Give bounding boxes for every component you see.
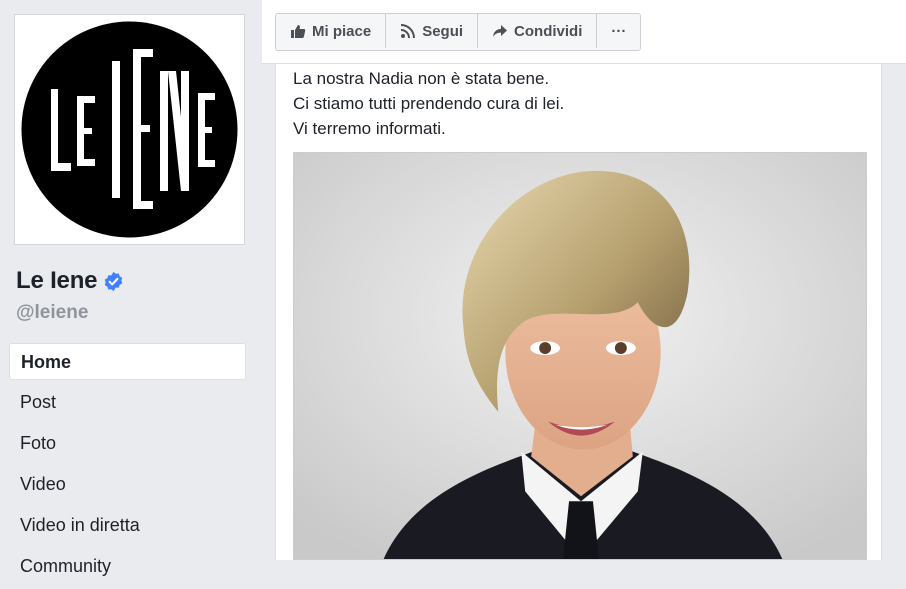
post-card: La nostra Nadia non è stata bene. Ci sti… (275, 64, 882, 560)
page-action-bar: Mi piace Segui Condividi ··· (262, 0, 906, 64)
more-dots-icon: ··· (611, 22, 627, 40)
nav-item-home[interactable]: Home (9, 343, 246, 380)
like-button[interactable]: Mi piace (276, 14, 387, 48)
post-line: Ci stiamo tutti prendendo cura di lei. (293, 94, 565, 113)
post-line: Vi terremo informati. (293, 119, 446, 138)
follow-button[interactable]: Segui (386, 14, 479, 48)
profile-picture[interactable] (14, 14, 245, 245)
verified-badge-icon (105, 271, 123, 291)
page-nav: Home Post Foto Video Video in diretta Co… (9, 343, 246, 589)
nav-item-community[interactable]: Community (9, 548, 246, 585)
thumbs-up-icon (291, 25, 306, 38)
share-arrow-icon (493, 25, 508, 37)
share-label: Condividi (514, 22, 583, 40)
page-name-row: Le Iene (16, 267, 124, 295)
le-iene-logo (21, 21, 238, 238)
page-name[interactable]: Le Iene (16, 267, 98, 295)
action-button-group: Mi piace Segui Condividi ··· (275, 13, 642, 51)
post-text: La nostra Nadia non è stata bene. Ci sti… (293, 66, 564, 141)
portrait-image (294, 153, 866, 559)
share-button[interactable]: Condividi (478, 14, 598, 48)
rss-icon (401, 24, 416, 39)
more-options-button[interactable]: ··· (597, 14, 640, 48)
page-handle[interactable]: @leiene (16, 302, 88, 324)
nav-item-video[interactable]: Video (9, 466, 246, 503)
nav-item-foto[interactable]: Foto (9, 425, 246, 462)
left-column: Le Iene @leiene Home Post Foto Video Vid… (0, 0, 262, 576)
nav-item-video-in-diretta[interactable]: Video in diretta (9, 507, 246, 544)
like-label: Mi piace (312, 22, 372, 40)
follow-label: Segui (422, 22, 464, 40)
post-photo[interactable] (293, 152, 867, 560)
post-line: La nostra Nadia non è stata bene. (293, 69, 550, 88)
nav-item-post[interactable]: Post (9, 384, 246, 421)
